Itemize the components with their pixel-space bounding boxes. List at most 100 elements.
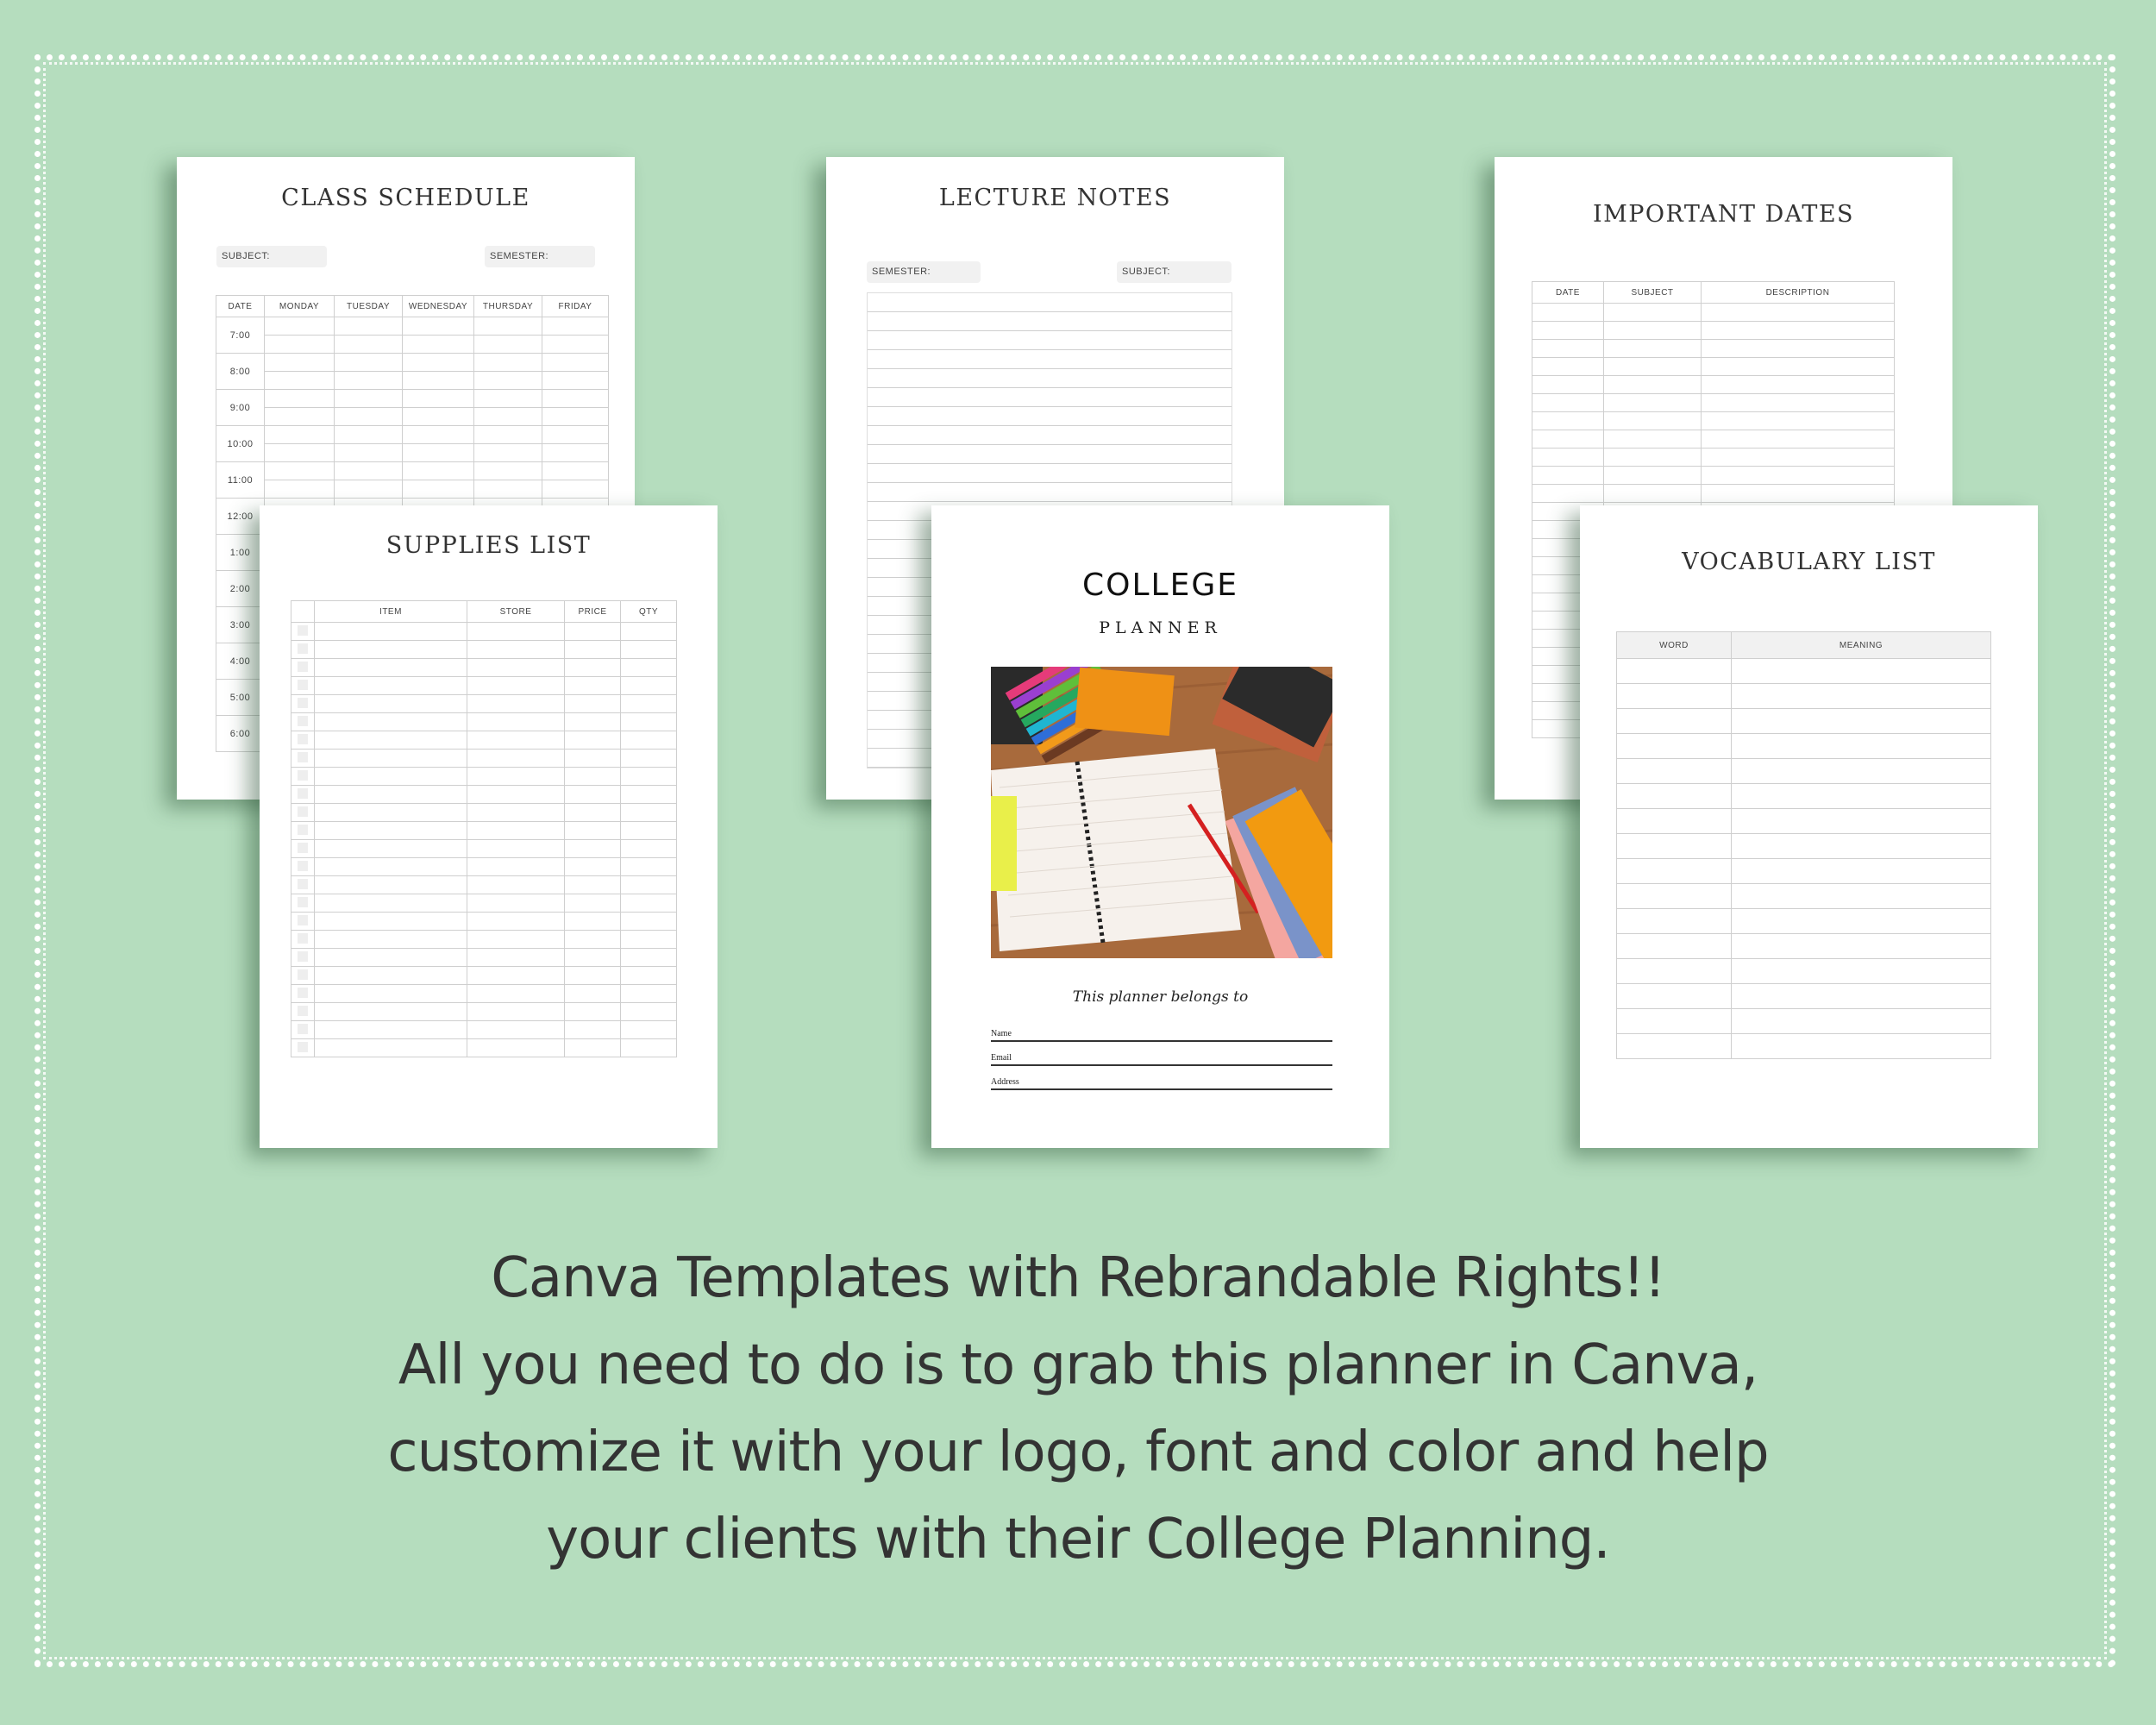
checkbox[interactable] bbox=[298, 950, 308, 962]
table-cell bbox=[1603, 375, 1702, 394]
table-cell bbox=[1616, 933, 1732, 959]
time-label: 3:00 bbox=[216, 606, 265, 643]
page-title: VOCABULARY LIST bbox=[1682, 549, 1936, 575]
table-cell bbox=[291, 839, 315, 858]
checkbox[interactable] bbox=[298, 1041, 308, 1052]
table-row bbox=[216, 335, 609, 354]
checkbox[interactable] bbox=[298, 751, 308, 762]
checkbox[interactable] bbox=[298, 806, 308, 817]
time-label: 1:00 bbox=[216, 534, 265, 571]
table-row bbox=[291, 857, 677, 876]
table-cell bbox=[1603, 448, 1702, 467]
table-cell bbox=[620, 785, 677, 804]
table-cell bbox=[542, 407, 609, 426]
table-cell bbox=[1731, 808, 1991, 834]
table-cell bbox=[314, 821, 467, 840]
checkbox[interactable] bbox=[298, 715, 308, 726]
table-cell bbox=[291, 984, 315, 1003]
table-cell bbox=[542, 425, 609, 444]
checkbox[interactable] bbox=[298, 679, 308, 690]
checkbox[interactable] bbox=[298, 697, 308, 708]
table-row bbox=[1616, 758, 1991, 784]
table-cell bbox=[620, 1020, 677, 1039]
checkbox[interactable] bbox=[298, 787, 308, 799]
table-cell bbox=[314, 694, 467, 713]
table-cell bbox=[620, 894, 677, 913]
table-row bbox=[1616, 858, 1991, 884]
table-cell bbox=[314, 749, 467, 768]
table-row bbox=[291, 785, 677, 804]
table-cell bbox=[1701, 430, 1895, 448]
time-label: 10:00 bbox=[216, 425, 265, 462]
table-cell bbox=[467, 857, 565, 876]
table-row bbox=[1532, 448, 1895, 467]
table-cell bbox=[314, 1020, 467, 1039]
checkbox[interactable] bbox=[298, 987, 308, 998]
table-cell bbox=[264, 389, 335, 408]
table-row bbox=[291, 1038, 677, 1057]
table-cell bbox=[620, 984, 677, 1003]
table-cell bbox=[620, 767, 677, 786]
table-cell bbox=[291, 694, 315, 713]
table-cell bbox=[1731, 783, 1991, 809]
note-line bbox=[868, 407, 1232, 426]
page-title: IMPORTANT DATES bbox=[1592, 201, 1855, 228]
column-header: MONDAY bbox=[264, 295, 335, 317]
table-cell bbox=[467, 767, 565, 786]
table-cell bbox=[314, 857, 467, 876]
table-row bbox=[1616, 808, 1991, 834]
table-cell bbox=[467, 658, 565, 677]
cover-title: COLLEGE bbox=[1082, 568, 1238, 603]
checkbox[interactable] bbox=[298, 842, 308, 853]
checkbox[interactable] bbox=[298, 661, 308, 672]
table-row bbox=[1616, 883, 1991, 909]
table-row bbox=[291, 1002, 677, 1021]
table-cell bbox=[402, 353, 474, 372]
note-line bbox=[868, 388, 1232, 407]
table-cell bbox=[1731, 908, 1991, 934]
table-cell bbox=[402, 317, 474, 336]
checkbox[interactable] bbox=[298, 878, 308, 889]
vocabulary-list-page: VOCABULARY LIST WORD MEANING bbox=[1580, 505, 2038, 1148]
checkbox[interactable] bbox=[298, 733, 308, 744]
table-cell bbox=[473, 317, 542, 336]
table-cell bbox=[620, 875, 677, 894]
table-cell bbox=[564, 622, 621, 641]
page-title: SUPPLIES LIST bbox=[385, 532, 592, 559]
table-cell bbox=[564, 767, 621, 786]
table-row bbox=[291, 984, 677, 1003]
caption-line: Canva Templates with Rebrandable Rights!… bbox=[491, 1246, 1666, 1310]
table-row bbox=[1532, 339, 1895, 358]
table-row bbox=[1616, 1033, 1991, 1059]
table-row: 9:00 bbox=[216, 389, 609, 426]
table-cell bbox=[314, 930, 467, 949]
checkbox[interactable] bbox=[298, 1023, 308, 1034]
checkbox[interactable] bbox=[298, 914, 308, 925]
table-cell bbox=[334, 461, 403, 480]
time-label: 12:00 bbox=[216, 498, 265, 535]
table-cell bbox=[402, 371, 474, 390]
table-cell bbox=[1731, 833, 1991, 859]
table-cell bbox=[1603, 339, 1702, 358]
table-cell bbox=[334, 480, 403, 499]
checkbox[interactable] bbox=[298, 824, 308, 835]
checkbox[interactable] bbox=[298, 769, 308, 781]
checkbox[interactable] bbox=[298, 932, 308, 944]
table-cell bbox=[1532, 321, 1604, 340]
table-cell bbox=[620, 694, 677, 713]
checkbox[interactable] bbox=[298, 624, 308, 636]
table-cell bbox=[291, 930, 315, 949]
checkbox[interactable] bbox=[298, 896, 308, 907]
checkbox[interactable] bbox=[298, 969, 308, 980]
table-row bbox=[291, 640, 677, 659]
table-cell bbox=[564, 1038, 621, 1057]
checkbox[interactable] bbox=[298, 860, 308, 871]
table-cell bbox=[467, 803, 565, 822]
checkbox[interactable] bbox=[298, 1005, 308, 1016]
table-cell bbox=[314, 676, 467, 695]
column-header: WORD bbox=[1616, 631, 1732, 659]
table-cell bbox=[291, 731, 315, 750]
table-cell bbox=[314, 712, 467, 731]
table-cell bbox=[1701, 375, 1895, 394]
checkbox[interactable] bbox=[298, 643, 308, 654]
